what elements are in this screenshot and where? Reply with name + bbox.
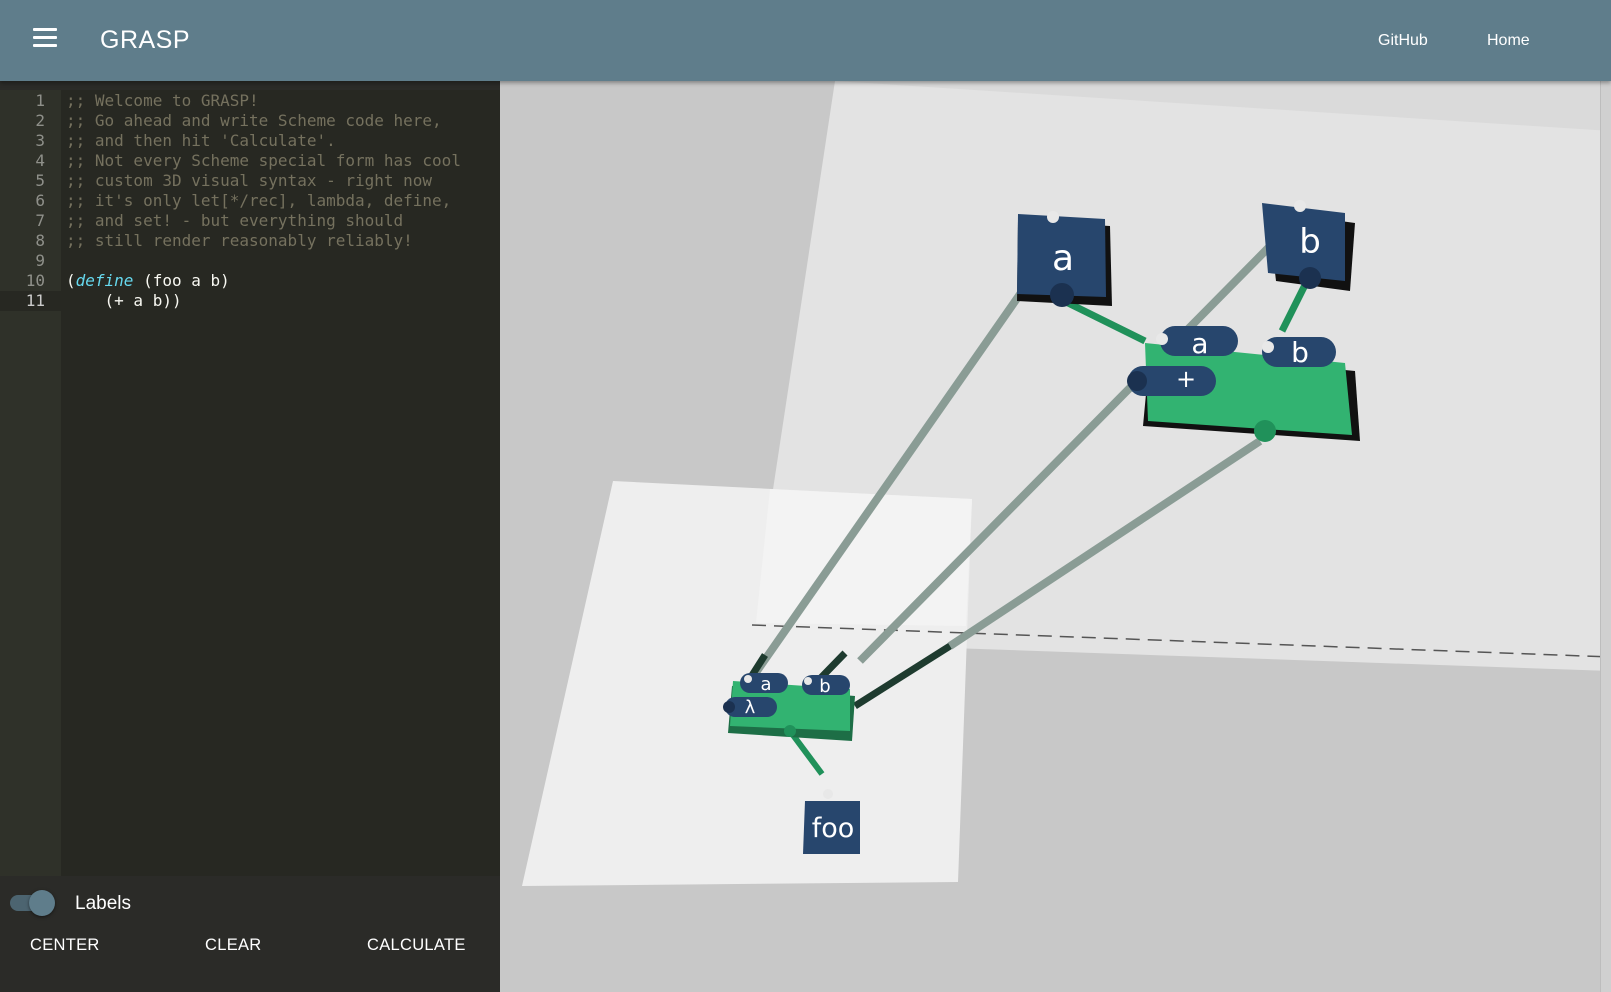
code-line: 2 ;; Go ahead and write Scheme code here… (0, 111, 500, 131)
svg-text:a: a (760, 674, 771, 695)
code-text: ;; and set! - but everything should (66, 211, 404, 230)
home-link[interactable]: Home (1487, 32, 1530, 50)
line-number: 1 (35, 91, 45, 110)
code-line: 7 ;; and set! - but everything should (0, 211, 500, 231)
plus-operator: + (1127, 365, 1216, 396)
param-a-node[interactable]: a (1017, 211, 1112, 307)
code-text: ;; Go ahead and write Scheme code here, (66, 111, 442, 130)
code-text: (+ a b)) (66, 291, 182, 310)
viewport-scrollbar[interactable] (1600, 81, 1611, 992)
node-label: a (1052, 238, 1074, 279)
node-label: b (1299, 222, 1321, 262)
code-line: 4 ;; Not every Scheme special form has c… (0, 151, 500, 171)
lambda-arg-b: b (802, 675, 850, 697)
line-number: 2 (35, 111, 45, 130)
scene-canvas: a b a b + a b λ foo (522, 81, 1611, 886)
line-number: 5 (35, 171, 45, 190)
svg-text:+: + (1176, 365, 1196, 393)
code-line: 5 ;; custom 3D visual syntax - right now (0, 171, 500, 191)
code-line-active: 11 (+ a b)) (0, 291, 500, 311)
calculate-button[interactable]: CALCULATE (367, 936, 466, 955)
line-number: 10 (25, 271, 45, 290)
code-editor[interactable]: 1 ;; Welcome to GRASP! 2 ;; Go ahead and… (0, 90, 500, 876)
app-bar: GRASP GitHub Home (0, 0, 1611, 81)
code-text: ;; still render reasonably reliably! (66, 231, 413, 250)
code-text: ;; Not every Scheme special form has coo… (66, 151, 461, 170)
menu-icon[interactable] (30, 28, 60, 52)
code-line: 9 (0, 251, 500, 271)
line-number: 7 (35, 211, 45, 230)
labels-toggle-label: Labels (75, 893, 131, 914)
lambda-arg-a: a (740, 673, 788, 695)
svg-text:λ: λ (745, 697, 756, 718)
line-number: 6 (35, 191, 45, 210)
line-number: 11 (25, 291, 45, 310)
svg-text:b: b (1291, 336, 1309, 369)
code-line: 1 ;; Welcome to GRASP! (0, 91, 500, 111)
lambda-operator: λ (723, 697, 777, 718)
line-number: 9 (35, 251, 45, 270)
define-keyword: define (75, 271, 134, 290)
code-line: 8 ;; still render reasonably reliably! (0, 231, 500, 251)
code-line: 6 ;; it's only let[*/rec], lambda, defin… (0, 191, 500, 211)
line-number: 4 (35, 151, 45, 170)
code-line: 10 (define (foo a b) (0, 271, 500, 291)
app-title: GRASP (100, 26, 191, 54)
code-line: 3 ;; and then hit 'Calculate'. (0, 131, 500, 151)
code-text: ;; and then hit 'Calculate'. (66, 131, 336, 150)
paren: ( (66, 271, 76, 290)
github-link[interactable]: GitHub (1378, 32, 1428, 50)
code-text: ;; Welcome to GRASP! (66, 91, 259, 110)
3d-viewport[interactable]: a b a b + a b λ foo (500, 81, 1611, 992)
center-button[interactable]: CENTER (30, 936, 100, 955)
code-text: (define (foo a b) (66, 271, 230, 291)
labels-toggle[interactable] (10, 890, 56, 916)
line-number: 3 (35, 131, 45, 150)
param-b-node[interactable]: b (1262, 200, 1355, 291)
code-text: ;; custom 3D visual syntax - right now (66, 171, 433, 190)
node-label: foo (812, 813, 855, 844)
clear-button[interactable]: CLEAR (205, 936, 262, 955)
editor-panel: 1 ;; Welcome to GRASP! 2 ;; Go ahead and… (0, 81, 500, 992)
code-text: ;; it's only let[*/rec], lambda, define, (66, 191, 452, 210)
code-rest: (foo a b) (133, 271, 230, 290)
line-number: 8 (35, 231, 45, 250)
labels-toggle-row: Labels (0, 881, 500, 925)
svg-text:b: b (819, 676, 830, 697)
svg-text:a: a (1191, 327, 1208, 360)
plus-arg-b: b (1262, 336, 1336, 369)
